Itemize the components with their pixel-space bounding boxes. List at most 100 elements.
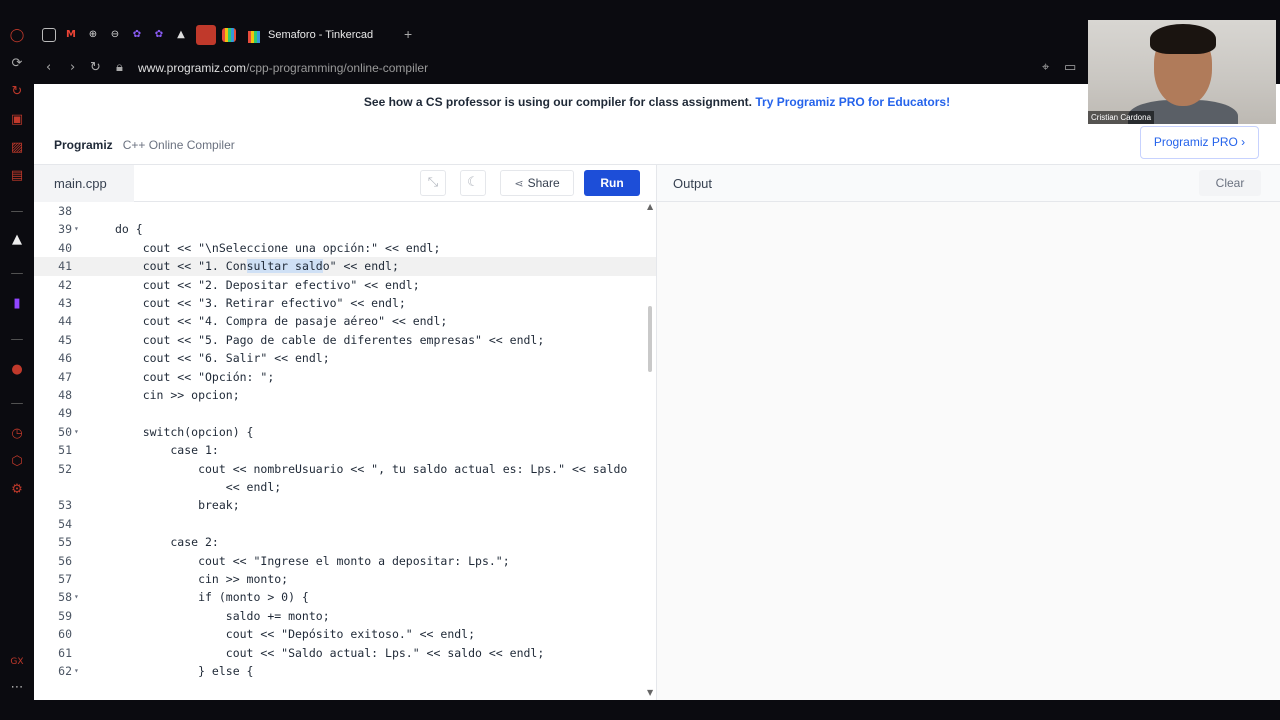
tab-icon-tinkercad-grid[interactable] xyxy=(222,28,236,42)
url-field[interactable]: www.programiz.com/cpp-programming/online… xyxy=(138,61,428,75)
bag-icon[interactable]: ▣ xyxy=(9,112,25,128)
history-icon[interactable]: ◷ xyxy=(9,426,25,442)
tab-icon-bot[interactable]: ⊕ xyxy=(86,28,100,42)
programiz-pro-button[interactable]: Programiz PRO › xyxy=(1140,126,1259,159)
dark-mode-icon[interactable]: ☾ xyxy=(460,170,486,196)
code-line[interactable]: 53 break; xyxy=(34,496,656,514)
tinkercad-icon[interactable]: ▲ xyxy=(9,232,25,248)
tab-icon-active-app[interactable] xyxy=(196,25,216,45)
tab-icon-swirl[interactable]: ✿ xyxy=(130,28,144,42)
code-text: case 1: xyxy=(115,443,219,458)
code-line[interactable]: 54 xyxy=(34,515,656,533)
code-line[interactable]: 38 xyxy=(34,202,656,220)
webcam-overlay: Cristian Cardona xyxy=(1088,20,1276,124)
reload-icon[interactable]: ↻ xyxy=(90,60,101,75)
code-editor[interactable]: 62 ▾ } else {61 cout << "Saldo actual: Lp… xyxy=(34,202,656,700)
fold-arrow-icon[interactable]: ▾ xyxy=(74,220,79,238)
code-line[interactable]: 55 case 2: xyxy=(34,533,656,551)
banner-link[interactable]: Try Programiz PRO for Educators! xyxy=(755,95,950,109)
clear-button[interactable]: Clear xyxy=(1199,170,1261,196)
code-line[interactable]: 44 cout << "4. Compra de pasaje aéreo" <… xyxy=(34,312,656,330)
scroll-up-icon[interactable]: ▲ xyxy=(647,202,653,211)
fold-arrow-icon[interactable]: ▾ xyxy=(74,588,79,606)
programiz-logo[interactable]: Programiz xyxy=(54,138,113,152)
code-line[interactable]: 40 cout << "\nSeleccione una opción:" <<… xyxy=(34,239,656,257)
output-panel[interactable] xyxy=(656,202,1280,700)
opera-logo-icon[interactable]: ◯ xyxy=(9,28,25,44)
tab-active[interactable]: Semaforo - Tinkercad xyxy=(240,22,428,50)
code-line[interactable]: 41 cout << "1. Consultar saldo" << endl; xyxy=(34,257,656,276)
line-number: 55 xyxy=(58,535,72,550)
extensions-icon[interactable]: ⬡ xyxy=(9,454,25,470)
tab-icon-swirl-2[interactable]: ✿ xyxy=(152,28,166,42)
code-line[interactable]: 62 ▾ } else { xyxy=(34,662,656,680)
line-number: 49 xyxy=(58,406,72,421)
code-text: } else { xyxy=(115,664,254,678)
editor-scrollbar[interactable] xyxy=(648,306,652,372)
code-line[interactable]: 45 cout << "5. Pago de cable de diferent… xyxy=(34,331,656,349)
more-icon[interactable]: ⋯ xyxy=(9,680,25,696)
news-icon[interactable]: ▨ xyxy=(9,140,25,156)
settings-icon[interactable]: ⚙ xyxy=(9,482,25,498)
code-line[interactable]: 46 cout << "6. Salir" << endl; xyxy=(34,349,656,367)
new-tab-button[interactable]: + xyxy=(404,26,412,42)
refresh-icon[interactable]: ↻ xyxy=(9,84,25,100)
code-text: cin >> monto; xyxy=(115,572,289,586)
line-number: 58 xyxy=(58,590,72,605)
line-number: 39 xyxy=(58,222,72,237)
scroll-down-icon[interactable]: ▼ xyxy=(647,688,653,697)
messenger-icon[interactable]: ▤ xyxy=(9,168,25,184)
back-icon[interactable]: ‹ xyxy=(46,60,51,75)
code-line[interactable]: 49 xyxy=(34,404,656,422)
forward-icon[interactable]: › xyxy=(70,60,75,75)
code-line[interactable]: 52 cout << nombreUsuario << ", tu saldo … xyxy=(34,460,656,478)
gmail-tab-icon[interactable]: M xyxy=(64,28,78,42)
code-text: cout << "3. Retirar efectivo" << endl; xyxy=(115,296,406,310)
code-line[interactable]: 39 ▾ do { xyxy=(34,220,656,238)
share-button[interactable]: ⋖ Share xyxy=(500,170,574,196)
code-line[interactable]: 60 cout << "Depósito exitoso." << endl; xyxy=(34,625,656,643)
code-line[interactable]: 42 cout << "2. Depositar efectivo" << en… xyxy=(34,276,656,294)
code-line[interactable]: 56 cout << "Ingrese el monto a depositar… xyxy=(34,552,656,570)
code-line[interactable]: 50 ▾ switch(opcion) { xyxy=(34,423,656,441)
screen: ◯ ⟳ ↻ ▣ ▨ ▤ — ▲ — ▮ — ● — ◷ ⬡ ⚙ GX ⋯ M ⊕… xyxy=(0,0,1280,720)
code-line[interactable]: 47 cout << "Opción: "; xyxy=(34,368,656,386)
code-text: cout << "Opción: "; xyxy=(115,369,275,384)
tab-icon-link[interactable]: ⊖ xyxy=(108,28,122,42)
line-number: 57 xyxy=(58,572,72,586)
code-line[interactable]: << endl; xyxy=(34,478,656,496)
line-number: 43 xyxy=(58,296,72,310)
file-tab[interactable]: main.cpp xyxy=(34,165,134,202)
code-text: case 2: xyxy=(115,535,219,550)
code-text: cout << "4. Compra de pasaje aéreo" << e… xyxy=(115,314,448,329)
divider-icon: — xyxy=(10,332,24,347)
tab-icon-mail[interactable] xyxy=(42,28,56,42)
code-line[interactable]: 57 cin >> monto; xyxy=(34,570,656,588)
code-line[interactable]: 59 saldo += monto; xyxy=(34,607,656,625)
code-line[interactable]: 61 cout << "Saldo actual: Lps." << saldo… xyxy=(34,644,656,662)
fold-arrow-icon[interactable]: ▾ xyxy=(74,423,79,441)
gx-corner-icon[interactable]: GX xyxy=(9,654,25,670)
fullscreen-icon[interactable]: ⤡ xyxy=(420,170,446,196)
browser-sidebar: ◯ ⟳ ↻ ▣ ▨ ▤ — ▲ — ▮ — ● — ◷ ⬡ ⚙ GX ⋯ xyxy=(0,0,34,720)
code-line[interactable]: 43 cout << "3. Retirar efectivo" << endl… xyxy=(34,294,656,312)
sync-icon[interactable]: ⟳ xyxy=(9,56,25,72)
fold-arrow-icon[interactable]: ▾ xyxy=(74,662,79,680)
pin-icon[interactable]: ⌖ xyxy=(1042,60,1049,75)
player-icon[interactable]: ● xyxy=(9,362,25,378)
code-line[interactable]: 48 cin >> opcion; xyxy=(34,386,656,404)
code-text: cout << "Ingrese el monto a depositar: L… xyxy=(115,553,510,568)
brand[interactable]: Programiz C++ Online Compiler xyxy=(54,134,235,156)
tab-icon-tinkercad[interactable]: ▲ xyxy=(174,28,188,42)
divider-icon: — xyxy=(10,204,24,219)
code-text: cout << "6. Salir" << endl; xyxy=(115,351,330,366)
share-label: Share xyxy=(527,176,560,190)
twitch-icon[interactable]: ▮ xyxy=(9,296,25,312)
snapshot-icon[interactable]: ▭ xyxy=(1064,60,1076,75)
webcam-person-hair xyxy=(1150,24,1216,54)
code-line[interactable]: 58 ▾ if (monto > 0) { xyxy=(34,588,656,606)
code-line[interactable]: 51 case 1: xyxy=(34,441,656,459)
run-button[interactable]: Run xyxy=(584,170,640,196)
code-text: cin >> opcion; xyxy=(115,388,240,402)
lock-icon: 🔒︎ xyxy=(116,60,123,75)
